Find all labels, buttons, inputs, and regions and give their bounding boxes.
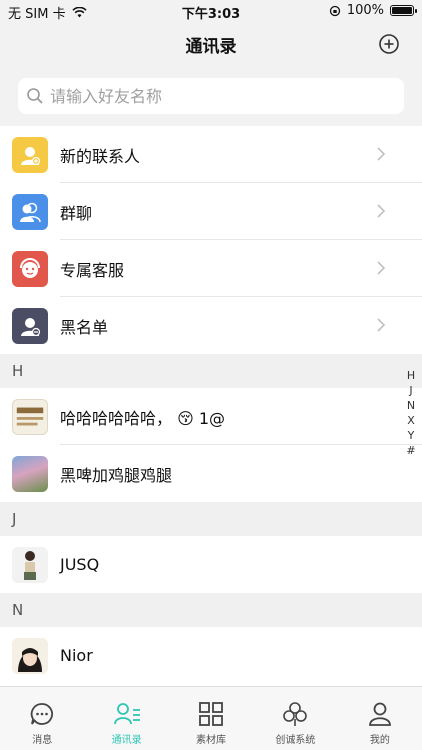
tab-label: 创诚系统 (275, 735, 316, 746)
customer-service-row[interactable]: 专属客服 (0, 240, 422, 297)
page-title: 通讯录 (185, 37, 237, 57)
new-contact-label: 新的联系人 (60, 146, 141, 166)
index-letter[interactable]: Y (408, 428, 415, 443)
search-input[interactable] (50, 86, 370, 106)
search-icon (27, 88, 43, 104)
alphabet-index[interactable]: H J N X Y # (404, 368, 418, 458)
tab-bar: 消息 通讯录 素材库 创诚系统 我的 (0, 686, 422, 750)
tab-label: 通讯录 (111, 735, 142, 746)
index-letter[interactable]: J (409, 383, 412, 398)
profile-icon (368, 702, 391, 726)
blacklist-icon (12, 307, 48, 344)
chevron-right-icon (377, 318, 386, 332)
chevron-right-icon (377, 204, 386, 218)
group-chat-row[interactable]: 群聊 (0, 183, 422, 240)
chevron-right-icon (377, 147, 386, 161)
status-bar: 无 SIM 卡 下午3:03 100% (0, 0, 422, 22)
index-letter[interactable]: X (407, 413, 415, 428)
customer-service-label: 专属客服 (60, 260, 125, 280)
tab-label: 我的 (369, 735, 390, 746)
tab-contacts[interactable]: 通讯录 (84, 687, 168, 750)
index-letter[interactable]: N (407, 398, 415, 413)
add-friend-button[interactable] (378, 33, 400, 55)
section-header-j: J (0, 502, 422, 536)
battery-icon (390, 5, 417, 16)
search-area (0, 66, 422, 126)
system-icon (283, 702, 308, 726)
message-icon (30, 703, 54, 725)
section-header-h: H (0, 354, 422, 388)
contact-row[interactable]: 哈哈哈哈哈哈， 😚 1@ (0, 388, 422, 445)
group-chat-label: 群聊 (60, 203, 93, 223)
new-contact-icon (12, 136, 48, 173)
chevron-right-icon (377, 261, 386, 275)
contact-name: 哈哈哈哈哈哈， 😚 1@ (60, 408, 226, 428)
section-header-n: N (0, 593, 422, 627)
tab-label: 素材库 (196, 735, 227, 746)
group-chat-icon (12, 193, 48, 230)
contact-name: 黑啤加鸡腿鸡腿 (60, 465, 173, 485)
contact-name: Nior (60, 646, 93, 665)
nav-bar: 通讯录 (0, 22, 422, 66)
avatar (12, 546, 48, 583)
contact-row[interactable]: Nior (0, 627, 422, 684)
customer-service-icon (12, 250, 48, 287)
contact-row[interactable]: JUSQ (0, 536, 422, 593)
orientation-lock-icon (329, 5, 340, 16)
index-letter[interactable]: # (406, 443, 415, 458)
contacts-icon (113, 703, 140, 725)
tab-label: 消息 (32, 735, 53, 746)
tab-messages[interactable]: 消息 (0, 687, 84, 750)
avatar (12, 455, 48, 492)
new-contact-row[interactable]: 新的联系人 (0, 126, 422, 183)
avatar (12, 398, 48, 435)
contact-name: JUSQ (60, 555, 100, 574)
tab-system[interactable]: 创诚系统 (253, 687, 337, 750)
blacklist-row[interactable]: 黑名单 (0, 297, 422, 354)
avatar (12, 637, 48, 674)
tab-library[interactable]: 素材库 (169, 687, 253, 750)
library-icon (199, 702, 223, 726)
index-letter[interactable]: H (407, 368, 415, 383)
contact-row[interactable]: 黑啤加鸡腿鸡腿 (0, 445, 422, 502)
blacklist-label: 黑名单 (60, 317, 109, 337)
contact-list: 新的联系人 群聊 专属客服 黑名单 H 哈哈哈哈哈哈， 😚 1@ 黑啤加鸡腿鸡腿… (0, 126, 422, 686)
search-box[interactable] (18, 78, 404, 114)
battery-text: 100% (346, 3, 384, 18)
tab-profile[interactable]: 我的 (338, 687, 422, 750)
